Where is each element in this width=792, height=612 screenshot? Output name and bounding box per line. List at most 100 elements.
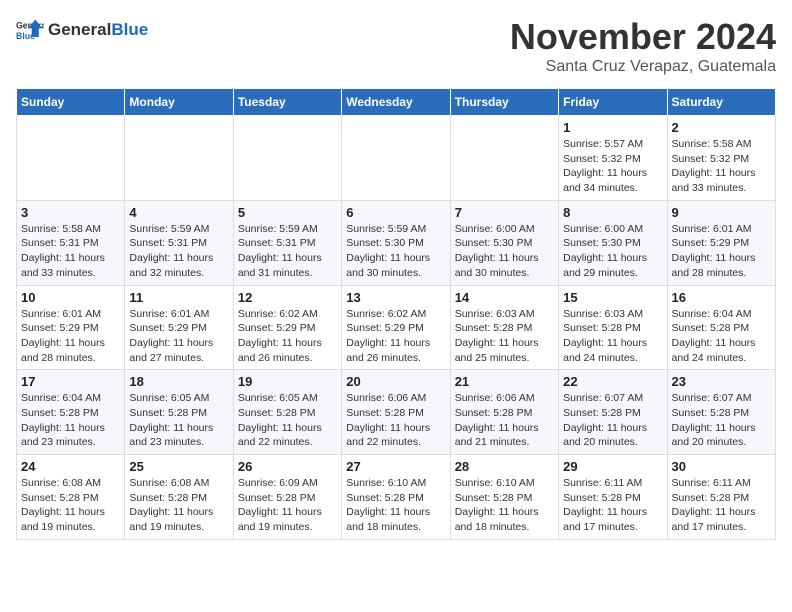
header-cell-tuesday: Tuesday (233, 89, 341, 116)
logo-blue: Blue (111, 20, 148, 40)
day-info: Sunrise: 5:57 AM Sunset: 5:32 PM Dayligh… (563, 137, 662, 196)
day-info: Sunrise: 6:07 AM Sunset: 5:28 PM Dayligh… (563, 391, 662, 450)
day-info: Sunrise: 6:11 AM Sunset: 5:28 PM Dayligh… (672, 476, 771, 535)
day-number: 23 (672, 374, 771, 389)
logo-general: General (48, 20, 111, 40)
header-cell-thursday: Thursday (450, 89, 558, 116)
day-number: 11 (129, 290, 228, 305)
day-cell: 23 Sunrise: 6:07 AM Sunset: 5:28 PM Dayli… (667, 370, 775, 455)
day-number: 8 (563, 205, 662, 220)
day-info: Sunrise: 5:58 AM Sunset: 5:32 PM Dayligh… (672, 137, 771, 196)
day-number: 3 (21, 205, 120, 220)
day-cell: 4 Sunrise: 5:59 AM Sunset: 5:31 PM Daylig… (125, 200, 233, 285)
header-cell-monday: Monday (125, 89, 233, 116)
day-info: Sunrise: 6:02 AM Sunset: 5:29 PM Dayligh… (346, 307, 445, 366)
day-cell (450, 116, 558, 201)
day-cell: 19 Sunrise: 6:05 AM Sunset: 5:28 PM Dayli… (233, 370, 341, 455)
day-number: 5 (238, 205, 337, 220)
day-cell: 16 Sunrise: 6:04 AM Sunset: 5:28 PM Dayli… (667, 285, 775, 370)
day-info: Sunrise: 6:00 AM Sunset: 5:30 PM Dayligh… (455, 222, 554, 281)
calendar-table: SundayMondayTuesdayWednesdayThursdayFrid… (16, 88, 776, 540)
day-number: 6 (346, 205, 445, 220)
day-info: Sunrise: 5:59 AM Sunset: 5:31 PM Dayligh… (129, 222, 228, 281)
header: General Blue GeneralBlue November 2024 S… (16, 16, 776, 76)
day-info: Sunrise: 6:10 AM Sunset: 5:28 PM Dayligh… (455, 476, 554, 535)
day-info: Sunrise: 6:08 AM Sunset: 5:28 PM Dayligh… (129, 476, 228, 535)
day-number: 4 (129, 205, 228, 220)
day-cell (233, 116, 341, 201)
day-number: 7 (455, 205, 554, 220)
day-cell: 11 Sunrise: 6:01 AM Sunset: 5:29 PM Dayli… (125, 285, 233, 370)
header-cell-friday: Friday (559, 89, 667, 116)
day-number: 27 (346, 459, 445, 474)
day-info: Sunrise: 6:08 AM Sunset: 5:28 PM Dayligh… (21, 476, 120, 535)
day-cell: 3 Sunrise: 5:58 AM Sunset: 5:31 PM Daylig… (17, 200, 125, 285)
logo-icon: General Blue (16, 16, 44, 44)
day-info: Sunrise: 6:05 AM Sunset: 5:28 PM Dayligh… (238, 391, 337, 450)
week-row-1: 1 Sunrise: 5:57 AM Sunset: 5:32 PM Daylig… (17, 116, 776, 201)
day-number: 21 (455, 374, 554, 389)
day-info: Sunrise: 6:03 AM Sunset: 5:28 PM Dayligh… (455, 307, 554, 366)
day-cell: 6 Sunrise: 5:59 AM Sunset: 5:30 PM Daylig… (342, 200, 450, 285)
week-row-5: 24 Sunrise: 6:08 AM Sunset: 5:28 PM Dayli… (17, 455, 776, 540)
day-number: 25 (129, 459, 228, 474)
header-cell-saturday: Saturday (667, 89, 775, 116)
day-info: Sunrise: 6:01 AM Sunset: 5:29 PM Dayligh… (21, 307, 120, 366)
day-cell: 10 Sunrise: 6:01 AM Sunset: 5:29 PM Dayli… (17, 285, 125, 370)
day-number: 26 (238, 459, 337, 474)
day-info: Sunrise: 6:00 AM Sunset: 5:30 PM Dayligh… (563, 222, 662, 281)
day-number: 24 (21, 459, 120, 474)
day-info: Sunrise: 6:06 AM Sunset: 5:28 PM Dayligh… (346, 391, 445, 450)
day-info: Sunrise: 6:02 AM Sunset: 5:29 PM Dayligh… (238, 307, 337, 366)
day-number: 14 (455, 290, 554, 305)
logo: General Blue GeneralBlue (16, 16, 148, 44)
day-info: Sunrise: 5:59 AM Sunset: 5:30 PM Dayligh… (346, 222, 445, 281)
day-info: Sunrise: 6:01 AM Sunset: 5:29 PM Dayligh… (672, 222, 771, 281)
day-cell: 8 Sunrise: 6:00 AM Sunset: 5:30 PM Daylig… (559, 200, 667, 285)
day-number: 9 (672, 205, 771, 220)
day-info: Sunrise: 5:59 AM Sunset: 5:31 PM Dayligh… (238, 222, 337, 281)
day-info: Sunrise: 6:10 AM Sunset: 5:28 PM Dayligh… (346, 476, 445, 535)
day-cell: 24 Sunrise: 6:08 AM Sunset: 5:28 PM Dayli… (17, 455, 125, 540)
day-cell: 18Sunrise: 6:05 AM Sunset: 5:28 PM Dayli… (125, 370, 233, 455)
day-info: Sunrise: 6:09 AM Sunset: 5:28 PM Dayligh… (238, 476, 337, 535)
day-info: Sunrise: 5:58 AM Sunset: 5:31 PM Dayligh… (21, 222, 120, 281)
day-cell: 12 Sunrise: 6:02 AM Sunset: 5:29 PM Dayli… (233, 285, 341, 370)
day-cell: 26 Sunrise: 6:09 AM Sunset: 5:28 PM Dayli… (233, 455, 341, 540)
day-number: 15 (563, 290, 662, 305)
day-info: Sunrise: 6:11 AM Sunset: 5:28 PM Dayligh… (563, 476, 662, 535)
day-cell: 1 Sunrise: 5:57 AM Sunset: 5:32 PM Daylig… (559, 116, 667, 201)
day-cell: 5 Sunrise: 5:59 AM Sunset: 5:31 PM Daylig… (233, 200, 341, 285)
header-row: SundayMondayTuesdayWednesdayThursdayFrid… (17, 89, 776, 116)
day-cell: 25 Sunrise: 6:08 AM Sunset: 5:28 PM Dayli… (125, 455, 233, 540)
day-number: 16 (672, 290, 771, 305)
day-cell: 30Sunrise: 6:11 AM Sunset: 5:28 PM Dayli… (667, 455, 775, 540)
day-cell: 14 Sunrise: 6:03 AM Sunset: 5:28 PM Dayli… (450, 285, 558, 370)
day-cell: 2 Sunrise: 5:58 AM Sunset: 5:32 PM Daylig… (667, 116, 775, 201)
day-number: 12 (238, 290, 337, 305)
day-number: 19 (238, 374, 337, 389)
day-info: Sunrise: 6:04 AM Sunset: 5:28 PM Dayligh… (21, 391, 120, 450)
day-cell: 20 Sunrise: 6:06 AM Sunset: 5:28 PM Dayli… (342, 370, 450, 455)
day-cell: 27 Sunrise: 6:10 AM Sunset: 5:28 PM Dayli… (342, 455, 450, 540)
day-info: Sunrise: 6:04 AM Sunset: 5:28 PM Dayligh… (672, 307, 771, 366)
day-cell: 15 Sunrise: 6:03 AM Sunset: 5:28 PM Dayli… (559, 285, 667, 370)
day-number: 1 (563, 120, 662, 135)
day-number: 2 (672, 120, 771, 135)
day-number: 17 (21, 374, 120, 389)
day-info: Sunrise: 6:03 AM Sunset: 5:28 PM Dayligh… (563, 307, 662, 366)
week-row-4: 17 Sunrise: 6:04 AM Sunset: 5:28 PM Dayli… (17, 370, 776, 455)
week-row-3: 10 Sunrise: 6:01 AM Sunset: 5:29 PM Dayli… (17, 285, 776, 370)
day-number: 28 (455, 459, 554, 474)
day-info: Sunrise: 6:01 AM Sunset: 5:29 PM Dayligh… (129, 307, 228, 366)
day-cell (17, 116, 125, 201)
day-info: Sunrise: 6:06 AM Sunset: 5:28 PM Dayligh… (455, 391, 554, 450)
header-cell-sunday: Sunday (17, 89, 125, 116)
calendar-header: SundayMondayTuesdayWednesdayThursdayFrid… (17, 89, 776, 116)
day-cell: 17 Sunrise: 6:04 AM Sunset: 5:28 PM Dayli… (17, 370, 125, 455)
day-info: Sunrise: 6:07 AM Sunset: 5:28 PM Dayligh… (672, 391, 771, 450)
day-cell: 29Sunrise: 6:11 AM Sunset: 5:28 PM Dayli… (559, 455, 667, 540)
day-number: 20 (346, 374, 445, 389)
week-row-2: 3 Sunrise: 5:58 AM Sunset: 5:31 PM Daylig… (17, 200, 776, 285)
day-number: 10 (21, 290, 120, 305)
